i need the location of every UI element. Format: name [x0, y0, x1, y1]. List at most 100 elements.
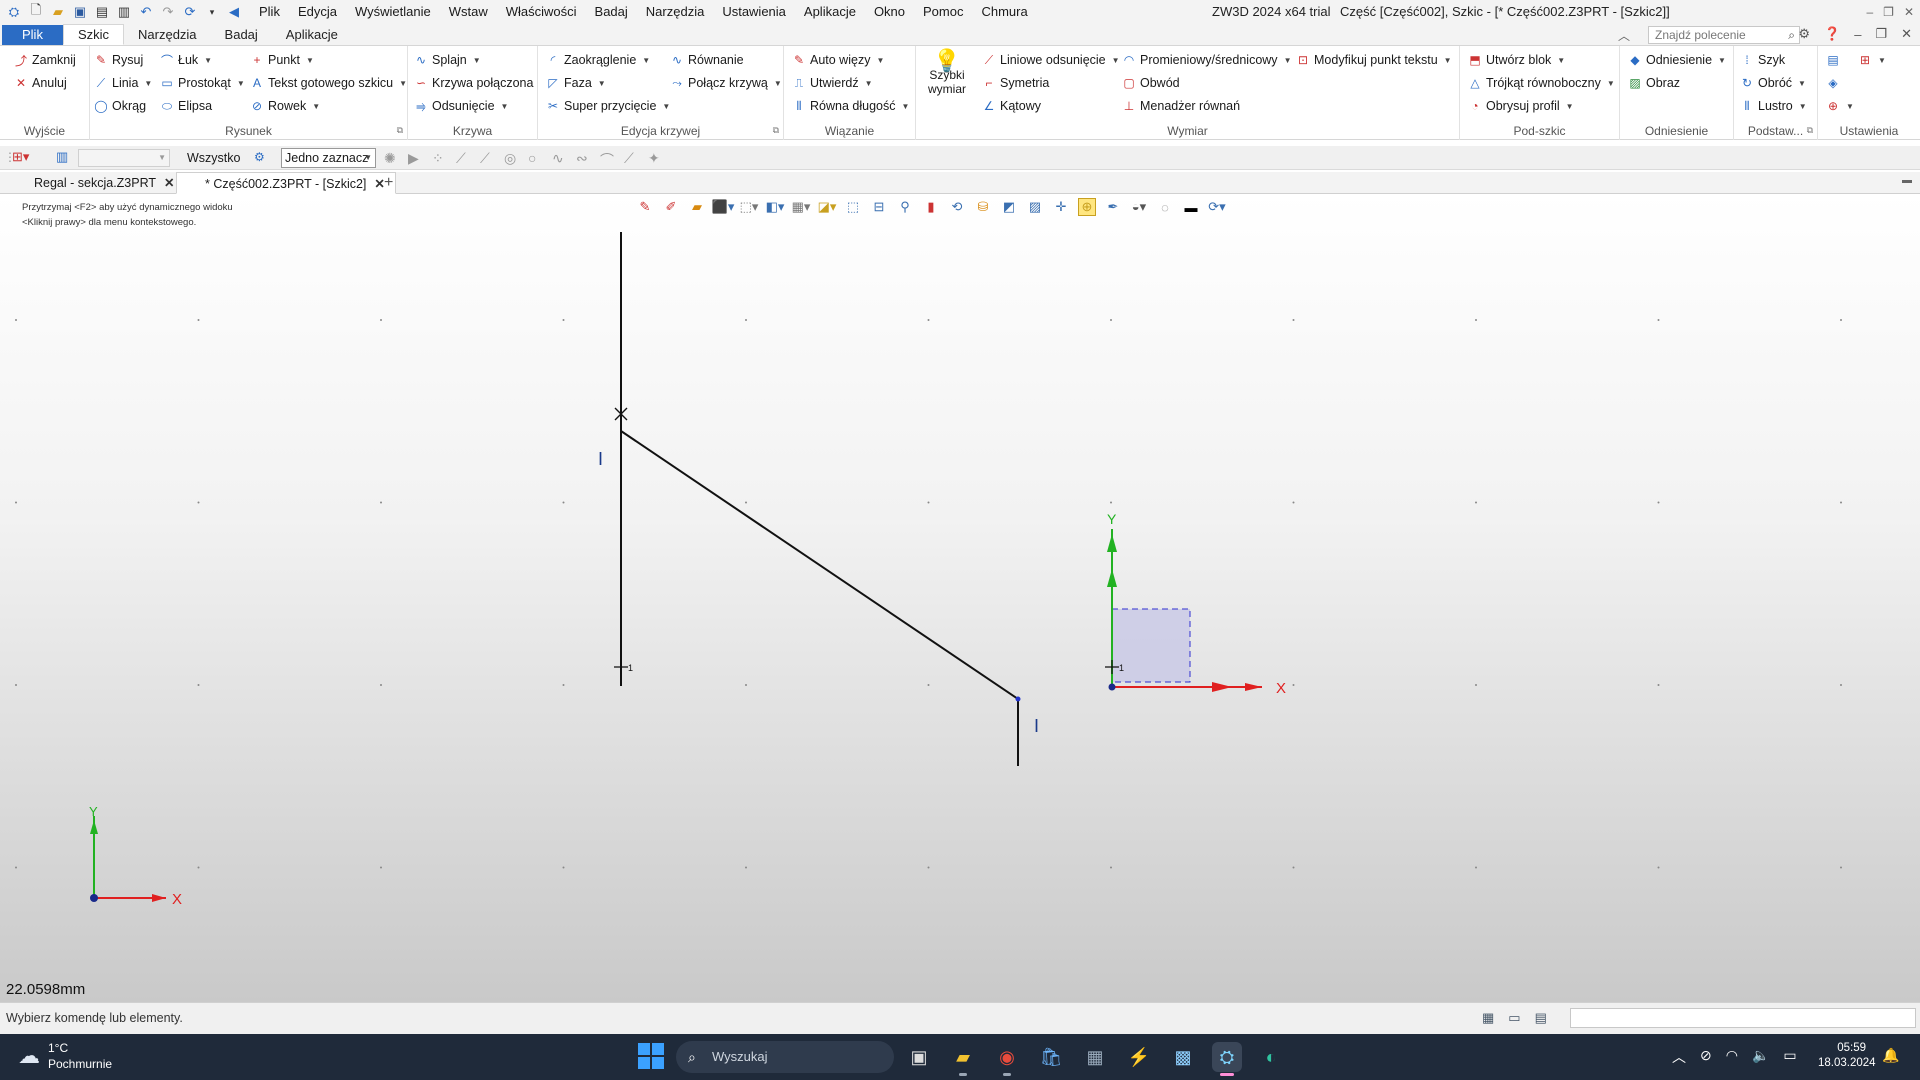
- sketch-endpoint[interactable]: [1015, 696, 1021, 702]
- splajn-button[interactable]: ∿ Splajn ▼: [414, 50, 481, 70]
- prostokat-button[interactable]: ▭ Prostokąt ▼: [160, 73, 244, 93]
- pick-arc-icon[interactable]: ⌒: [600, 150, 614, 170]
- odsuniecie-button[interactable]: ⥤ Odsunięcie ▼: [414, 96, 508, 116]
- pick-spline-icon[interactable]: ∾: [576, 150, 588, 167]
- menu-wyswietlanie[interactable]: Wyświetlanie: [346, 0, 440, 24]
- odniesienie-button[interactable]: ◆ Odniesienie ▼: [1628, 50, 1726, 70]
- menu-okno[interactable]: Okno: [865, 0, 914, 24]
- promieniowy-button[interactable]: ◠ Promieniowy/średnicowy ▼: [1122, 50, 1292, 70]
- krzywa-polaczona-button[interactable]: ∽ Krzywa połączona: [414, 73, 533, 93]
- print-icon[interactable]: ▤: [92, 2, 112, 22]
- menu-aplikacje[interactable]: Aplikacje: [795, 0, 865, 24]
- sketch-settings-button[interactable]: ▤: [1826, 50, 1840, 70]
- selection-mode-combo[interactable]: Jedno zaznacz ▼: [281, 148, 376, 168]
- faza-button[interactable]: ◸ Faza ▼: [546, 73, 605, 93]
- filter-settings-icon[interactable]: ⚙: [254, 150, 265, 164]
- close-icon[interactable]: ✕: [1904, 5, 1914, 19]
- sketch-line-diagonal[interactable]: [620, 430, 1019, 700]
- tab-list-icon[interactable]: ▬: [1902, 175, 1912, 186]
- command-input-field[interactable]: [1570, 1008, 1916, 1028]
- linia-button[interactable]: ⟋ Linia ▼: [94, 73, 153, 93]
- symetria-button[interactable]: ⌐ Symetria: [982, 73, 1049, 93]
- liniowe-odsuniecie-button[interactable]: ⟋ Liniowe odsunięcie ▼: [982, 50, 1120, 70]
- volume-icon[interactable]: 🔈: [1752, 1047, 1769, 1067]
- obwod-button[interactable]: ▢ Obwód: [1122, 73, 1179, 93]
- utwierdz-button[interactable]: ⎍ Utwierdź ▼: [792, 73, 873, 93]
- minimize-icon[interactable]: –: [1866, 5, 1873, 19]
- filter-combo[interactable]: ▼: [78, 149, 170, 167]
- pick-play-icon[interactable]: ▶: [408, 150, 419, 167]
- wifi-icon[interactable]: ◠: [1726, 1047, 1738, 1067]
- help-icon[interactable]: ❓: [1824, 26, 1840, 42]
- inspect-settings-button[interactable]: ⊕ ▼: [1826, 96, 1854, 116]
- obrysuj-profil-button[interactable]: ◔ Obrysuj profil ▼: [1468, 96, 1573, 116]
- rowna-dlugosc-button[interactable]: ⫴ Równa długość ▼: [792, 96, 909, 116]
- pick-tangent-icon[interactable]: ⟋: [624, 150, 634, 167]
- menu-wlasciwosci[interactable]: Właściwości: [497, 0, 586, 24]
- back-arrow-icon[interactable]: ◀: [224, 2, 244, 22]
- elipsa-button[interactable]: ⬭ Elipsa: [160, 96, 212, 116]
- pick-circle-icon[interactable]: ○: [528, 150, 536, 166]
- menu-badaj[interactable]: Badaj: [586, 0, 637, 24]
- szyk-button[interactable]: ⁞ Szyk: [1740, 50, 1785, 70]
- calculator-icon[interactable]: ▦: [1080, 1042, 1110, 1072]
- tab-szkic[interactable]: Szkic: [62, 24, 125, 45]
- obroc-button[interactable]: ↻ Obróć ▼: [1740, 73, 1806, 93]
- undo-icon[interactable]: ↶: [136, 2, 156, 22]
- rowek-button[interactable]: ⊘ Rowek ▼: [250, 96, 320, 116]
- pdf-app-icon[interactable]: ⚡: [1124, 1042, 1154, 1072]
- app-logo-icon[interactable]: ⛭: [4, 2, 24, 22]
- tray-chevron-icon[interactable]: ︿: [1672, 1047, 1686, 1067]
- close-tab-icon[interactable]: ✕: [164, 176, 174, 190]
- doc-minimize-icon[interactable]: –: [1854, 27, 1861, 42]
- display-settings-button[interactable]: ◈: [1826, 73, 1840, 93]
- rysuj-button[interactable]: ✎ Rysuj: [94, 50, 143, 70]
- weather-widget[interactable]: ☁ 1°C Pochmurnie: [18, 1040, 112, 1072]
- network-off-icon[interactable]: ⊘: [1700, 1047, 1712, 1067]
- sketch-canvas[interactable]: Przytrzymaj <F2> aby użyć dynamicznego w…: [0, 194, 1920, 1002]
- modyfikuj-punkt-button[interactable]: ⊡ Modyfikuj punkt tekstu ▼: [1296, 50, 1452, 70]
- screen-view-icon[interactable]: ▭: [1508, 1010, 1520, 1026]
- tab-aplikacje[interactable]: Aplikacje: [272, 25, 352, 45]
- doc-restore-icon[interactable]: ❐: [1875, 26, 1887, 42]
- pick-points-icon[interactable]: ⁘: [432, 150, 444, 167]
- store-icon[interactable]: 🛍: [1036, 1042, 1066, 1072]
- clock[interactable]: 05:59 18.03.2024: [1818, 1041, 1876, 1071]
- menu-pomoc[interactable]: Pomoc: [914, 0, 972, 24]
- obraz-button[interactable]: ▨ Obraz: [1628, 73, 1680, 93]
- menu-narzedzia[interactable]: Narzędzia: [637, 0, 714, 24]
- filter-all-label[interactable]: Wszystko: [187, 146, 240, 170]
- zaokraglenie-button[interactable]: ◜ Zaokrąglenie ▼: [546, 50, 651, 70]
- pick-center-icon[interactable]: ✺: [384, 150, 396, 167]
- constraint-settings-button[interactable]: ⊞ ▼: [1858, 50, 1886, 70]
- group-launcher-icon[interactable]: ⧉: [773, 125, 779, 136]
- zw3d-app-icon[interactable]: ⛭: [1212, 1042, 1242, 1076]
- task-view-icon[interactable]: ▣: [904, 1042, 934, 1072]
- layout-view-icon[interactable]: ▦: [1482, 1010, 1494, 1026]
- tab-plik[interactable]: Plik: [2, 25, 63, 45]
- print-preview-icon[interactable]: ▥: [114, 2, 134, 22]
- settings-gear-icon[interactable]: ⚙: [1798, 26, 1810, 42]
- edge-icon[interactable]: ◐: [1256, 1042, 1286, 1072]
- polacz-krzywa-button[interactable]: ⤳ Połącz krzywą ▼: [670, 73, 782, 93]
- auto-wiezy-button[interactable]: ✎ Auto więzy ▼: [792, 50, 884, 70]
- redo-icon[interactable]: ↷: [158, 2, 178, 22]
- pick-more-icon[interactable]: ✦: [648, 150, 660, 167]
- notification-bell-icon[interactable]: 🔔: [1882, 1047, 1899, 1064]
- pick-line-icon[interactable]: ⟋: [456, 150, 466, 167]
- pick-wave-icon[interactable]: ∿: [552, 150, 564, 167]
- group-launcher-icon[interactable]: ⧉: [1807, 125, 1813, 136]
- menu-wstaw[interactable]: Wstaw: [440, 0, 497, 24]
- punkt-button[interactable]: + Punkt ▼: [250, 50, 313, 70]
- pick-circle-center-icon[interactable]: ◎: [504, 150, 516, 167]
- new-file-icon[interactable]: 🗋: [26, 2, 46, 22]
- command-search-input[interactable]: Znajdź polecenie ⌕: [1648, 26, 1800, 44]
- restore-icon[interactable]: ❐: [1883, 5, 1894, 19]
- doc-close-icon[interactable]: ✕: [1901, 26, 1912, 42]
- super-przyciecie-button[interactable]: ✂ Super przycięcie ▼: [546, 96, 670, 116]
- rownanie-button[interactable]: ∿ Równanie: [670, 50, 744, 70]
- start-button[interactable]: [638, 1043, 664, 1069]
- group-launcher-icon[interactable]: ⧉: [397, 125, 403, 136]
- doc-tab-regal[interactable]: Regal - sekcja.Z3PRT ✕: [0, 172, 185, 194]
- taskbar-search-input[interactable]: ⌕ Wyszukaj: [676, 1041, 894, 1073]
